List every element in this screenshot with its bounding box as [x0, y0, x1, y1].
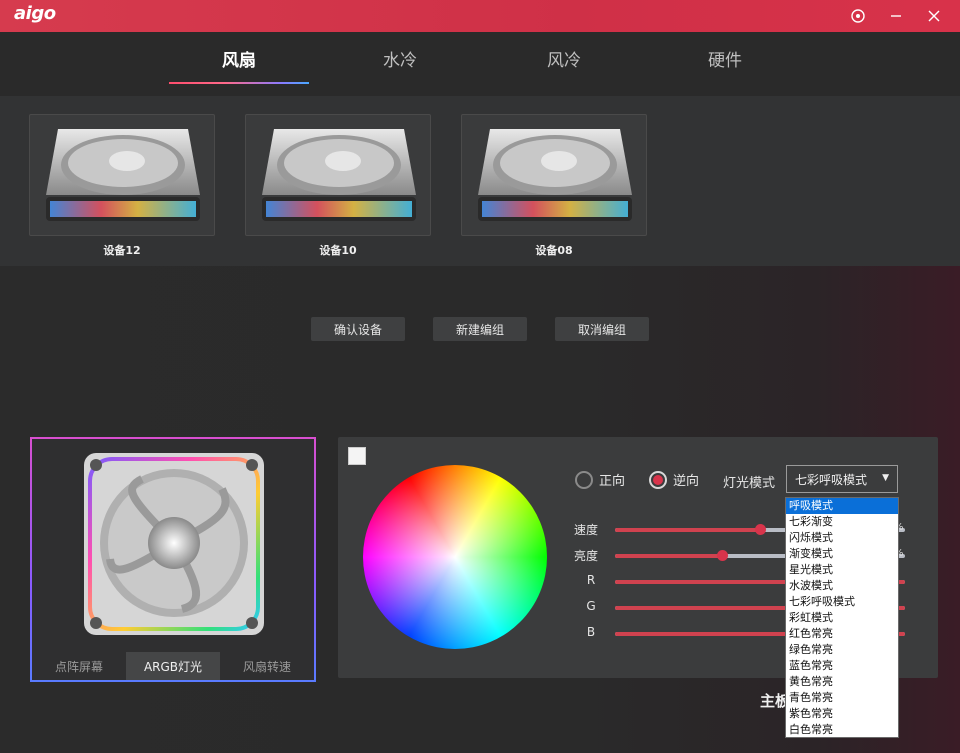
- dropdown-option[interactable]: 白色常亮: [786, 722, 898, 738]
- tab-hardware[interactable]: 硬件: [655, 46, 795, 71]
- color-swatch[interactable]: [348, 447, 366, 465]
- dropdown-option[interactable]: 彩虹模式: [786, 610, 898, 626]
- direction-forward-radio[interactable]: 正向: [575, 470, 625, 489]
- tab-argb-light[interactable]: ARGB灯光: [126, 652, 220, 680]
- device-label: 设备12: [29, 242, 215, 258]
- tab-water-cooling[interactable]: 水冷: [330, 46, 470, 71]
- slider-label: B: [578, 625, 604, 639]
- confirm-device-button[interactable]: 确认设备: [311, 317, 405, 341]
- cancel-group-button[interactable]: 取消编组: [555, 317, 649, 341]
- dropdown-option[interactable]: 红色常亮: [786, 626, 898, 642]
- dropdown-option[interactable]: 青色常亮: [786, 690, 898, 706]
- slider-knob[interactable]: [755, 524, 766, 535]
- tab-air-cooling[interactable]: 风冷: [494, 46, 634, 71]
- light-mode-selected: 七彩呼吸模式: [795, 471, 867, 488]
- device-label: 设备10: [245, 242, 431, 258]
- device-card[interactable]: [245, 114, 431, 236]
- title-bar: aigo: [0, 0, 960, 32]
- dropdown-option[interactable]: 呼吸模式: [786, 498, 898, 514]
- dropdown-option[interactable]: 闪烁模式: [786, 530, 898, 546]
- fan-image: [462, 115, 647, 236]
- device-strip: 设备12 设备10 设备08: [0, 96, 960, 266]
- device-card[interactable]: [461, 114, 647, 236]
- fan-preview-image: [32, 439, 314, 651]
- device-card[interactable]: [29, 114, 215, 236]
- preview-tabs: 点阵屏幕 ARGB灯光 风扇转速: [32, 652, 314, 680]
- direction-forward-label: 正向: [599, 470, 625, 489]
- dropdown-option[interactable]: 渐变模式: [786, 546, 898, 562]
- device-label: 设备08: [461, 242, 647, 258]
- device-item[interactable]: 设备08: [461, 114, 647, 258]
- tab-dot-matrix-screen[interactable]: 点阵屏幕: [32, 652, 126, 680]
- slider-label: 速度: [574, 521, 600, 538]
- active-tab-indicator: [169, 82, 309, 84]
- dropdown-option[interactable]: 星光模式: [786, 562, 898, 578]
- fan-image: [246, 115, 431, 236]
- tab-fan-speed[interactable]: 风扇转速: [220, 652, 314, 680]
- dropdown-option[interactable]: 紫色常亮: [786, 706, 898, 722]
- dropdown-option[interactable]: 绿色常亮: [786, 642, 898, 658]
- dropdown-option[interactable]: 黄色常亮: [786, 674, 898, 690]
- dropdown-option[interactable]: 七彩呼吸模式: [786, 594, 898, 610]
- minimize-icon[interactable]: [884, 4, 908, 28]
- top-nav: 风扇 水冷 风冷 硬件: [0, 32, 960, 96]
- slider-fill: [615, 554, 722, 558]
- close-icon[interactable]: [922, 4, 946, 28]
- new-group-button[interactable]: 新建编组: [433, 317, 527, 341]
- slider-fill: [615, 528, 760, 532]
- device-item[interactable]: 设备10: [245, 114, 431, 258]
- direction-reverse-label: 逆向: [673, 470, 699, 489]
- app-logo: aigo: [14, 3, 56, 24]
- slider-label: G: [578, 599, 604, 613]
- fan-image: [30, 115, 215, 236]
- direction-reverse-radio[interactable]: 逆向: [649, 470, 699, 489]
- dropdown-option[interactable]: 七彩渐变: [786, 514, 898, 530]
- light-mode-dropdown-list: 呼吸模式七彩渐变闪烁模式渐变模式星光模式水波模式七彩呼吸模式彩虹模式红色常亮绿色…: [785, 497, 899, 738]
- fan-preview-panel: 点阵屏幕 ARGB灯光 风扇转速: [30, 437, 316, 682]
- slider-label: R: [578, 573, 604, 587]
- radio-ring: [649, 471, 667, 489]
- light-mode-select[interactable]: 七彩呼吸模式 ▼: [786, 465, 898, 493]
- dropdown-caret-icon: ▼: [882, 473, 889, 483]
- slider-label: 亮度: [574, 547, 600, 564]
- dropdown-option[interactable]: 水波模式: [786, 578, 898, 594]
- dropdown-option[interactable]: 蓝色常亮: [786, 658, 898, 674]
- slider-knob[interactable]: [717, 550, 728, 561]
- device-item[interactable]: 设备12: [29, 114, 215, 258]
- light-mode-label: 灯光模式: [723, 472, 775, 491]
- radio-ring: [575, 471, 593, 489]
- settings-icon[interactable]: [846, 4, 870, 28]
- tab-fan[interactable]: 风扇: [169, 46, 309, 71]
